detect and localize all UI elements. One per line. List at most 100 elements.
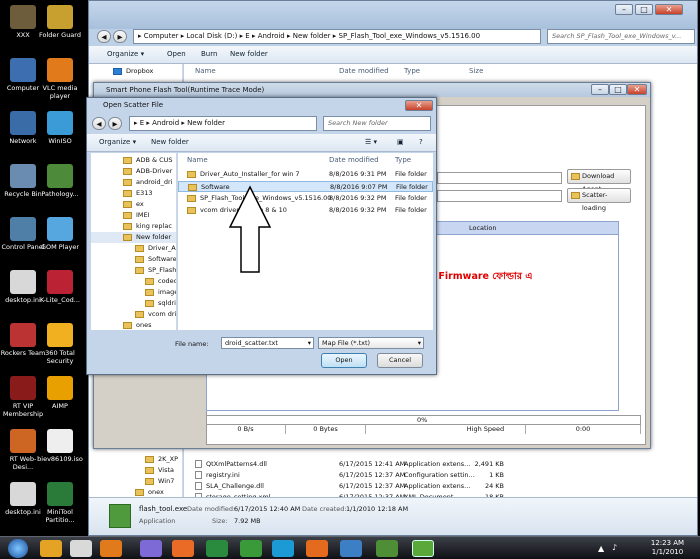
desktop-icon-k-lite-codec[interactable]: K-Lite_Cod... (37, 270, 83, 304)
open-button[interactable]: Open (321, 353, 367, 368)
dialog-nav-item[interactable]: vcom driv (91, 309, 176, 320)
rt-web-design-icon (10, 429, 36, 453)
dialog-new-folder-button[interactable]: New folder (151, 138, 189, 146)
desktop-ini-icon (10, 270, 36, 294)
dialog-file-row[interactable]: vcom driver for win 8 & 108/8/2016 9:32 … (178, 205, 433, 216)
taskbar-flash-tool-icon[interactable] (412, 540, 434, 557)
flash-close-button[interactable]: ✕ (627, 84, 647, 95)
tray-volume-icon[interactable]: ♪ (612, 543, 617, 552)
file-row[interactable]: SLA_Challenge.dll 6/17/2015 12:37 AM Appli… (184, 481, 697, 492)
dialog-back-button[interactable]: ◀ (92, 117, 106, 130)
taskbar-app2-icon[interactable] (340, 540, 362, 557)
open-button[interactable]: Open (167, 50, 186, 58)
desktop-icon-minitool-partition[interactable]: MiniTool Partitio... (37, 482, 83, 524)
dialog-search-input[interactable]: Search New folder (323, 116, 431, 131)
dialog-address-bar[interactable]: ▸ E ▸ Android ▸ New folder (129, 116, 317, 131)
dialog-nav-item[interactable]: codecs (91, 276, 176, 287)
tray-arrow-icon[interactable]: ▲ (598, 544, 604, 553)
help-icon[interactable]: ? (419, 138, 423, 146)
col-type[interactable]: Type (404, 67, 420, 75)
desktop-icon-aimp[interactable]: AIMP (37, 376, 83, 410)
forward-button[interactable]: ▶ (113, 30, 127, 43)
cancel-button[interactable]: Cancel (377, 353, 423, 368)
dialog-nav-item[interactable]: New folder (91, 232, 176, 243)
taskbar-vlc-icon[interactable] (100, 540, 122, 557)
maximize-button[interactable]: □ (635, 4, 653, 15)
dialog-col-name[interactable]: Name (187, 156, 208, 164)
file-type-filter[interactable]: Map File (*.txt) ▾ (318, 337, 424, 349)
scatter-loading-button[interactable]: Scatter-loading (567, 188, 631, 212)
download-agent-button[interactable]: Download Agent (567, 169, 631, 193)
dialog-nav-item[interactable]: ADB-Driver (91, 166, 176, 177)
dialog-nav-item[interactable]: SP_Flash_ (91, 265, 176, 276)
dialog-nav-item[interactable]: E313 (91, 188, 176, 199)
dialog-forward-button[interactable]: ▶ (108, 117, 122, 130)
explorer-search-input[interactable]: Search SP_Flash_Tool_exe_Windows_v... (547, 29, 695, 44)
dialog-file-type: File folder (395, 206, 427, 214)
taskbar-folder-icon[interactable] (40, 540, 62, 557)
back-button[interactable]: ◀ (97, 30, 111, 43)
organize-button[interactable]: Organize ▾ (107, 50, 144, 58)
dialog-nav-item[interactable]: ones (91, 320, 176, 330)
col-size[interactable]: Size (469, 67, 483, 75)
flash-minimize-button[interactable]: – (591, 84, 609, 95)
taskbar-ie-icon[interactable] (70, 540, 92, 557)
close-button[interactable]: ✕ (655, 4, 683, 15)
explorer-address-bar[interactable]: ▸ Computer ▸ Local Disk (D:) ▸ E ▸ Andro… (133, 29, 541, 44)
flash-tool-icon (109, 504, 131, 528)
dialog-nav-item[interactable]: IMEI (91, 210, 176, 221)
nav-item-dropbox[interactable]: Dropbox (89, 66, 182, 77)
file-row[interactable]: registry.ini 6/17/2015 12:37 AM Configurat… (184, 470, 697, 481)
dialog-file-row[interactable]: SP_Flash_Tool_exe_Windows_v5.1516.00 8/8/… (178, 193, 433, 204)
pathology-icon (47, 164, 73, 188)
dialog-nav-item[interactable]: android_dri (91, 177, 176, 188)
desktop-icon-360-total-security[interactable]: 360 Total Security (37, 323, 83, 365)
new-folder-button[interactable]: New folder (230, 50, 268, 58)
taskbar-winiso-icon[interactable] (206, 540, 228, 557)
taskbar-app-icon[interactable] (140, 540, 162, 557)
flash-maximize-button[interactable]: □ (609, 84, 627, 95)
burn-button[interactable]: Burn (201, 50, 217, 58)
file-name-input[interactable]: droid_scatter.txt ▾ (221, 337, 314, 349)
tray-clock[interactable]: 12:23 AM 1/1/2010 (640, 539, 695, 557)
start-button[interactable] (8, 539, 28, 558)
desktop-icon-gom-player[interactable]: GOM Player (37, 217, 83, 251)
vlc-media-player-icon (47, 58, 73, 82)
nav-item[interactable]: Win7 (89, 476, 182, 487)
file-row[interactable]: QtXmlPatterns4.dll 6/17/2015 12:41 AM Appl… (184, 459, 697, 470)
dialog-file-row[interactable]: Driver_Auto_Installer_for win 7 8/8/2016 … (178, 169, 433, 180)
dialog-nav-item[interactable]: ex (91, 199, 176, 210)
preview-pane-icon[interactable]: ▣ (397, 138, 404, 146)
nav-item[interactable]: Vista (89, 465, 182, 476)
dialog-nav-item[interactable]: sqldrive (91, 298, 176, 309)
dialog-nav-item[interactable]: king replac (91, 221, 176, 232)
desktop-icon-label: Folder Guard (39, 31, 81, 39)
taskbar-firefox-icon[interactable] (172, 540, 194, 557)
taskbar-skype-icon[interactable] (272, 540, 294, 557)
location-header: Location (469, 224, 497, 232)
dialog-organize-button[interactable]: Organize ▾ (99, 138, 136, 146)
dialog-nav-item[interactable]: Driver_Au (91, 243, 176, 254)
nav-item[interactable]: 2K_XP (89, 454, 182, 465)
taskbar-download-icon[interactable] (240, 540, 262, 557)
view-options-icon[interactable]: ☰ ▾ (365, 138, 377, 146)
dialog-col-date[interactable]: Date modified (329, 156, 379, 164)
desktop-icon-folder-guard[interactable]: Folder Guard (37, 5, 83, 39)
dialog-nav-item[interactable]: imagefo (91, 287, 176, 298)
dialog-col-type[interactable]: Type (395, 156, 411, 164)
minimize-button[interactable]: – (615, 4, 633, 15)
dialog-nav-item[interactable]: Software (91, 254, 176, 265)
scatter-loading-field[interactable] (437, 190, 562, 202)
desktop-icon-pathology[interactable]: Pathology... (37, 164, 83, 198)
col-date[interactable]: Date modified (339, 67, 389, 75)
dialog-close-button[interactable]: ✕ (405, 100, 433, 111)
desktop-icon-vlc-media-player[interactable]: VLC media player (37, 58, 83, 100)
desktop-icon-biev86109-iso[interactable]: biev86109.iso (37, 429, 83, 463)
dialog-file-row[interactable]: Software 8/8/2016 9:07 PM File folder (178, 181, 433, 192)
taskbar-app3-icon[interactable] (376, 540, 398, 557)
desktop-icon-winiso[interactable]: WinISO (37, 111, 83, 145)
col-name[interactable]: Name (195, 67, 216, 75)
dialog-nav-item[interactable]: ADB & CUS (91, 155, 176, 166)
download-agent-field[interactable] (437, 172, 562, 184)
taskbar-uc-browser-icon[interactable] (306, 540, 328, 557)
